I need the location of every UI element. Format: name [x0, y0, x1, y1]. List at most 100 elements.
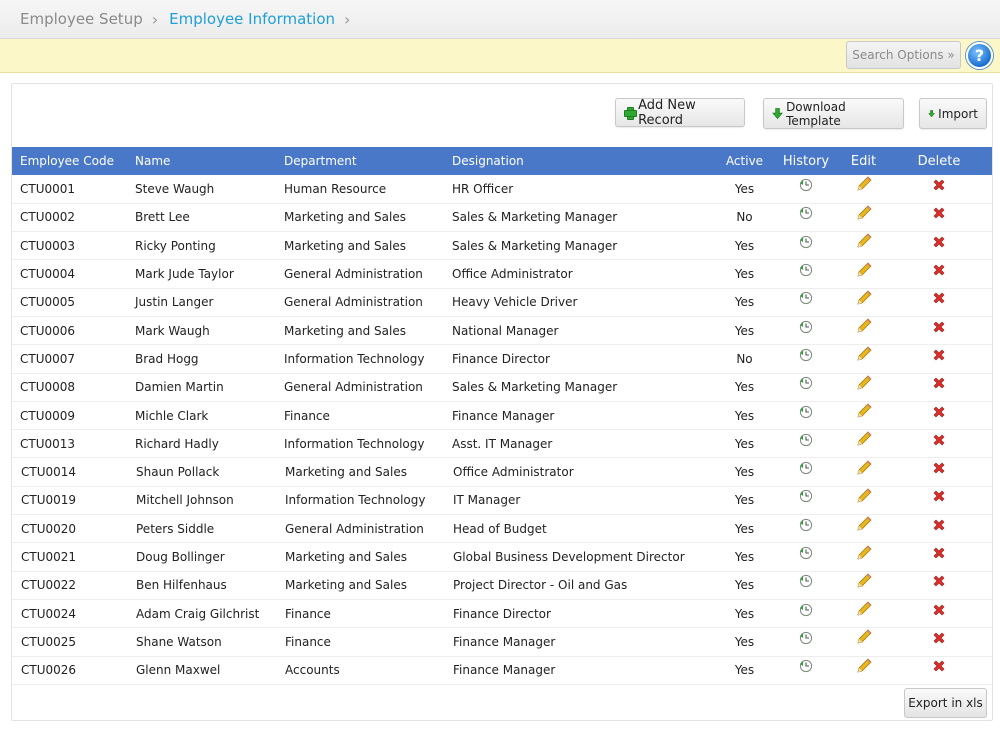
header-department[interactable]: Department	[276, 147, 444, 175]
delete-button[interactable]	[886, 571, 992, 600]
delete-x-icon[interactable]	[932, 518, 946, 535]
history-icon[interactable]	[799, 659, 813, 676]
pencil-icon[interactable]	[855, 232, 873, 253]
history-button[interactable]	[771, 486, 841, 516]
edit-button[interactable]	[841, 627, 886, 657]
history-button[interactable]	[771, 175, 841, 204]
help-icon[interactable]: ?	[966, 42, 993, 69]
search-options-button[interactable]: Search Options »	[846, 41, 961, 69]
history-icon[interactable]	[799, 348, 813, 365]
edit-button[interactable]	[841, 316, 886, 346]
history-icon[interactable]	[799, 518, 813, 535]
pencil-icon[interactable]	[855, 600, 873, 621]
delete-x-icon[interactable]	[932, 291, 946, 308]
history-button[interactable]	[771, 656, 841, 685]
delete-x-icon[interactable]	[932, 263, 946, 280]
delete-button[interactable]	[886, 344, 992, 374]
edit-button[interactable]	[841, 429, 886, 459]
delete-x-icon[interactable]	[932, 461, 946, 478]
delete-button[interactable]	[886, 373, 992, 402]
edit-button[interactable]	[841, 542, 886, 572]
delete-x-icon[interactable]	[932, 659, 946, 676]
pencil-icon[interactable]	[855, 657, 873, 678]
history-button[interactable]	[771, 599, 841, 629]
delete-button[interactable]	[886, 514, 992, 544]
history-icon[interactable]	[799, 489, 813, 506]
pencil-icon[interactable]	[855, 544, 873, 565]
delete-x-icon[interactable]	[932, 631, 946, 648]
history-icon[interactable]	[799, 263, 813, 280]
delete-x-icon[interactable]	[932, 603, 946, 620]
edit-button[interactable]	[841, 599, 886, 629]
pencil-icon[interactable]	[855, 515, 873, 536]
delete-x-icon[interactable]	[932, 320, 946, 337]
history-button[interactable]	[771, 401, 841, 431]
history-icon[interactable]	[799, 235, 813, 252]
history-button[interactable]	[771, 373, 841, 402]
delete-button[interactable]	[886, 429, 992, 459]
history-button[interactable]	[771, 316, 841, 346]
history-icon[interactable]	[799, 603, 813, 620]
history-icon[interactable]	[799, 574, 813, 591]
edit-button[interactable]	[841, 486, 886, 516]
edit-button[interactable]	[841, 344, 886, 374]
delete-button[interactable]	[886, 203, 992, 233]
delete-button[interactable]	[886, 656, 992, 685]
history-icon[interactable]	[799, 546, 813, 563]
pencil-icon[interactable]	[855, 402, 873, 423]
edit-button[interactable]	[841, 373, 886, 402]
edit-button[interactable]	[841, 231, 886, 261]
pencil-icon[interactable]	[855, 317, 873, 338]
edit-button[interactable]	[841, 175, 886, 204]
header-designation[interactable]: Designation	[444, 147, 718, 175]
edit-button[interactable]	[841, 401, 886, 431]
pencil-icon[interactable]	[855, 345, 873, 366]
delete-x-icon[interactable]	[932, 376, 946, 393]
pencil-icon[interactable]	[855, 430, 873, 451]
edit-button[interactable]	[841, 288, 886, 317]
pencil-icon[interactable]	[855, 204, 873, 225]
delete-x-icon[interactable]	[932, 433, 946, 450]
history-icon[interactable]	[799, 320, 813, 337]
delete-button[interactable]	[886, 316, 992, 346]
edit-button[interactable]	[841, 514, 886, 544]
history-icon[interactable]	[799, 631, 813, 648]
pencil-icon[interactable]	[855, 374, 873, 395]
delete-button[interactable]	[886, 288, 992, 317]
delete-x-icon[interactable]	[932, 405, 946, 422]
history-icon[interactable]	[799, 376, 813, 393]
history-button[interactable]	[771, 571, 841, 600]
history-icon[interactable]	[799, 178, 813, 195]
delete-button[interactable]	[886, 542, 992, 572]
delete-button[interactable]	[886, 231, 992, 261]
history-button[interactable]	[771, 231, 841, 261]
pencil-icon[interactable]	[855, 289, 873, 310]
breadcrumb-item-employee-information[interactable]: Employee Information	[169, 10, 335, 28]
export-xls-button[interactable]: Export in xls	[904, 688, 987, 718]
history-icon[interactable]	[799, 433, 813, 450]
history-icon[interactable]	[799, 405, 813, 422]
history-icon[interactable]	[799, 291, 813, 308]
delete-button[interactable]	[886, 401, 992, 431]
header-active[interactable]: Active	[718, 147, 771, 175]
header-employee-code[interactable]: Employee Code	[12, 147, 127, 175]
history-button[interactable]	[771, 514, 841, 544]
pencil-icon[interactable]	[855, 572, 873, 593]
delete-x-icon[interactable]	[932, 574, 946, 591]
history-button[interactable]	[771, 344, 841, 374]
add-new-record-button[interactable]: Add New Record	[615, 98, 745, 128]
delete-button[interactable]	[886, 486, 992, 516]
history-button[interactable]	[771, 627, 841, 657]
history-button[interactable]	[771, 429, 841, 459]
download-template-button[interactable]: Download Template	[763, 98, 904, 129]
history-button[interactable]	[771, 542, 841, 572]
edit-button[interactable]	[841, 656, 886, 685]
delete-button[interactable]	[886, 259, 992, 289]
pencil-icon[interactable]	[855, 261, 873, 282]
delete-x-icon[interactable]	[932, 178, 946, 195]
history-icon[interactable]	[799, 206, 813, 223]
delete-x-icon[interactable]	[932, 206, 946, 223]
delete-x-icon[interactable]	[932, 235, 946, 252]
edit-button[interactable]	[841, 259, 886, 289]
history-button[interactable]	[771, 288, 841, 317]
